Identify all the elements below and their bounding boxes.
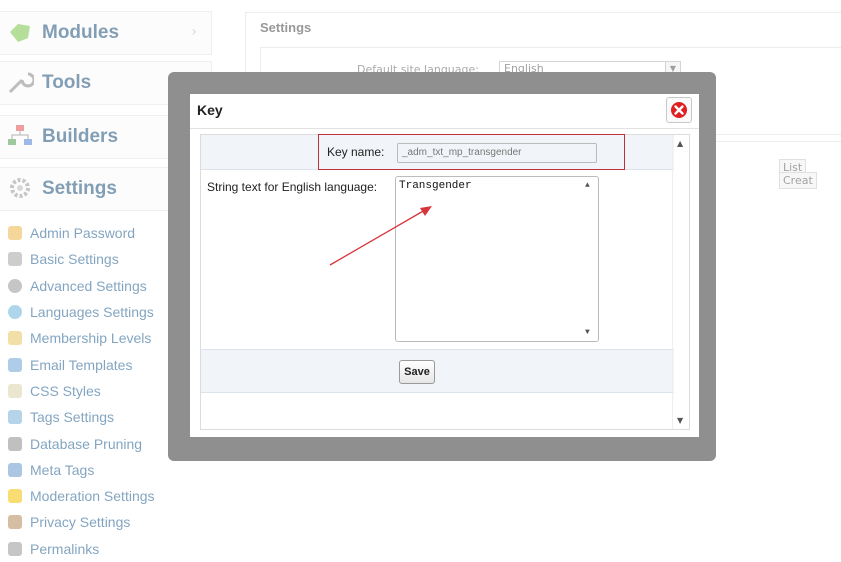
scroll-down-icon: ▼ — [677, 416, 684, 425]
dialog-title: Key — [197, 102, 223, 118]
sidebar-item-admin-password[interactable]: Admin Password — [8, 220, 155, 246]
sidebar-item-permalinks[interactable]: Permalinks — [8, 536, 155, 562]
page-title: Settings — [260, 20, 312, 35]
textarea-scrollbar[interactable]: ▲ ▼ — [582, 179, 596, 339]
tag-icon — [8, 410, 22, 425]
menu-label: Builders — [42, 126, 119, 147]
string-text-label: String text for English language: — [207, 180, 378, 194]
tab-create[interactable]: Creat — [779, 172, 817, 189]
globe-icon — [8, 305, 22, 320]
sidebar-item-moderation-settings[interactable]: Moderation Settings — [8, 483, 155, 509]
chevron-right-icon: › — [191, 24, 197, 40]
dialog-scroll-area[interactable]: Key name: _adm_txt_mp_transgender String… — [200, 134, 690, 430]
cog-icon — [8, 278, 22, 293]
save-row: Save — [201, 350, 674, 393]
sidebar-item-membership-levels[interactable]: Membership Levels — [8, 325, 155, 351]
medal-icon — [8, 331, 22, 346]
scroll-up-icon: ▲ — [585, 181, 590, 190]
sidebar-item-privacy-settings[interactable]: Privacy Settings — [8, 509, 155, 535]
code-icon — [8, 462, 22, 477]
menu-modules[interactable]: Modules › — [0, 11, 212, 55]
save-button[interactable]: Save — [399, 360, 435, 384]
dialog-scrollbar[interactable]: ▲ ▼ — [672, 135, 689, 429]
sidebar-item-database-pruning[interactable]: Database Pruning — [8, 430, 155, 456]
email-icon — [8, 357, 22, 372]
builder-icon — [8, 125, 32, 145]
menu-label: Modules — [42, 22, 120, 43]
privacy-icon — [8, 515, 22, 530]
sidebar-item-label: CSS Styles — [30, 382, 101, 399]
scroll-up-icon: ▲ — [677, 139, 684, 148]
sidebar-item-languages-settings[interactable]: Languages Settings — [8, 299, 155, 325]
menu-label: Tools — [42, 72, 92, 93]
sidebar-item-basic-settings[interactable]: Basic Settings — [8, 246, 155, 272]
sidebar-item-advanced-settings[interactable]: Advanced Settings — [8, 273, 155, 299]
sidebar-item-css-styles[interactable]: CSS Styles — [8, 378, 155, 404]
puzzle-icon — [10, 24, 30, 42]
textarea-value: Transgender — [399, 180, 472, 192]
sidebar-item-label: Membership Levels — [30, 330, 152, 347]
settings-submenu: Admin Password Basic Settings Advanced S… — [8, 220, 155, 562]
close-button[interactable] — [666, 97, 692, 123]
menu-label: Settings — [42, 178, 117, 199]
sidebar-item-label: Moderation Settings — [30, 488, 155, 505]
key-name-row: Key name: _adm_txt_mp_transgender — [201, 134, 674, 170]
sidebar-item-label: Tags Settings — [30, 409, 115, 426]
list-tabs: List Creat — [779, 159, 841, 189]
dialog-header: Key — [190, 94, 699, 129]
sidebar-item-label: Privacy Settings — [30, 514, 131, 531]
gear-icon — [10, 178, 30, 198]
wrench-icon — [8, 72, 34, 94]
scroll-down-icon: ▼ — [585, 328, 590, 337]
close-icon — [671, 102, 687, 118]
sidebar-item-tags-settings[interactable]: Tags Settings — [8, 404, 155, 430]
sidebar-item-label: Advanced Settings — [30, 277, 147, 294]
sidebar-item-label: Meta Tags — [30, 461, 95, 478]
database-icon — [8, 436, 22, 451]
wrench-icon — [8, 252, 22, 267]
sidebar-item-label: Email Templates — [30, 356, 133, 373]
warning-icon — [8, 489, 22, 504]
key-icon — [8, 226, 22, 241]
highlight-box — [318, 134, 625, 170]
sidebar-item-label: Languages Settings — [30, 304, 154, 321]
link-icon — [8, 541, 22, 556]
sidebar-item-email-templates[interactable]: Email Templates — [8, 351, 155, 377]
sidebar-item-meta-tags[interactable]: Meta Tags — [8, 457, 155, 483]
css-icon — [8, 383, 22, 398]
string-text-textarea[interactable]: Transgender ▲ ▼ — [395, 176, 599, 342]
key-dialog: Key Key name: _adm_txt_mp_transgender St… — [190, 94, 699, 437]
sidebar-item-label: Database Pruning — [30, 435, 143, 452]
sidebar-item-label: Admin Password — [30, 225, 136, 242]
string-text-row: String text for English language: Transg… — [201, 170, 674, 350]
sidebar-item-label: Permalinks — [30, 540, 100, 557]
sidebar-item-label: Basic Settings — [30, 251, 119, 268]
